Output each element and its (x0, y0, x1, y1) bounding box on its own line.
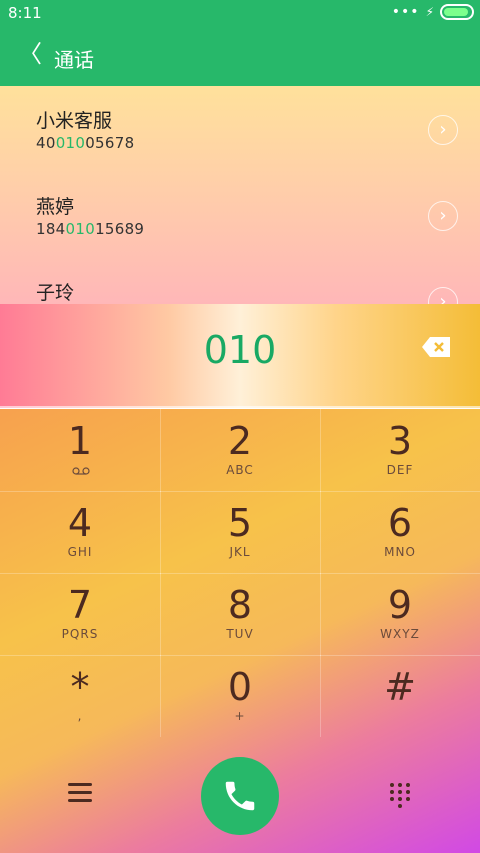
key-4[interactable]: 4 GHI (0, 491, 161, 574)
back-button[interactable]: 〈 (18, 42, 42, 66)
dial-input-bar: 010 (0, 304, 480, 408)
status-time: 8:11 (8, 4, 42, 22)
menu-icon[interactable] (68, 783, 92, 803)
list-item[interactable]: 小米客服 4001005678 › (0, 86, 480, 172)
search-results-list: 小米客服 4001005678 › 燕婷 18401015689 › 子玲 › (0, 86, 480, 304)
call-button[interactable] (201, 757, 279, 835)
key-6[interactable]: 6 MNO (320, 491, 480, 574)
contact-number: 4001005678 (36, 134, 135, 152)
key-2[interactable]: 2 ABC (160, 409, 321, 492)
dialer-actions (0, 737, 480, 853)
app-header: 〈 通话 (0, 28, 480, 86)
charging-icon: ⚡ (425, 5, 434, 19)
battery-icon (440, 4, 474, 20)
keypad-icon[interactable] (390, 783, 410, 808)
dialed-number: 010 (203, 328, 277, 372)
page-title: 通话 (54, 48, 94, 72)
key-9[interactable]: 9 WXYZ (320, 573, 480, 656)
chevron-right-icon[interactable]: › (428, 287, 458, 304)
key-8[interactable]: 8 TUV (160, 573, 321, 656)
key-5[interactable]: 5 JKL (160, 491, 321, 574)
key-0[interactable]: 0 + (160, 655, 321, 737)
status-bar: 8:11 ••• ⚡ (0, 0, 480, 28)
key-3[interactable]: 3 DEF (320, 409, 480, 492)
contact-number: 18401015689 (36, 220, 145, 238)
list-item[interactable]: 燕婷 18401015689 › (0, 172, 480, 258)
backspace-icon (422, 337, 450, 357)
key-7[interactable]: 7 PQRS (0, 573, 161, 656)
contact-name: 燕婷 (36, 196, 75, 218)
chevron-right-icon[interactable]: › (428, 201, 458, 231)
phone-icon (225, 781, 255, 811)
chevron-right-icon[interactable]: › (428, 115, 458, 145)
signal-dots-icon: ••• (391, 4, 420, 20)
key-hash[interactable]: # (320, 655, 480, 737)
chevron-left-icon: 〈 (18, 40, 42, 68)
status-icons: ••• ⚡ (392, 4, 474, 20)
list-item[interactable]: 子玲 › (0, 258, 480, 304)
key-star[interactable]: *, (0, 655, 161, 737)
contact-name: 小米客服 (36, 110, 113, 132)
voicemail-icon (72, 467, 90, 475)
key-1[interactable]: 1 (0, 409, 161, 492)
backspace-button[interactable] (422, 337, 450, 357)
contact-name: 子玲 (36, 282, 75, 304)
